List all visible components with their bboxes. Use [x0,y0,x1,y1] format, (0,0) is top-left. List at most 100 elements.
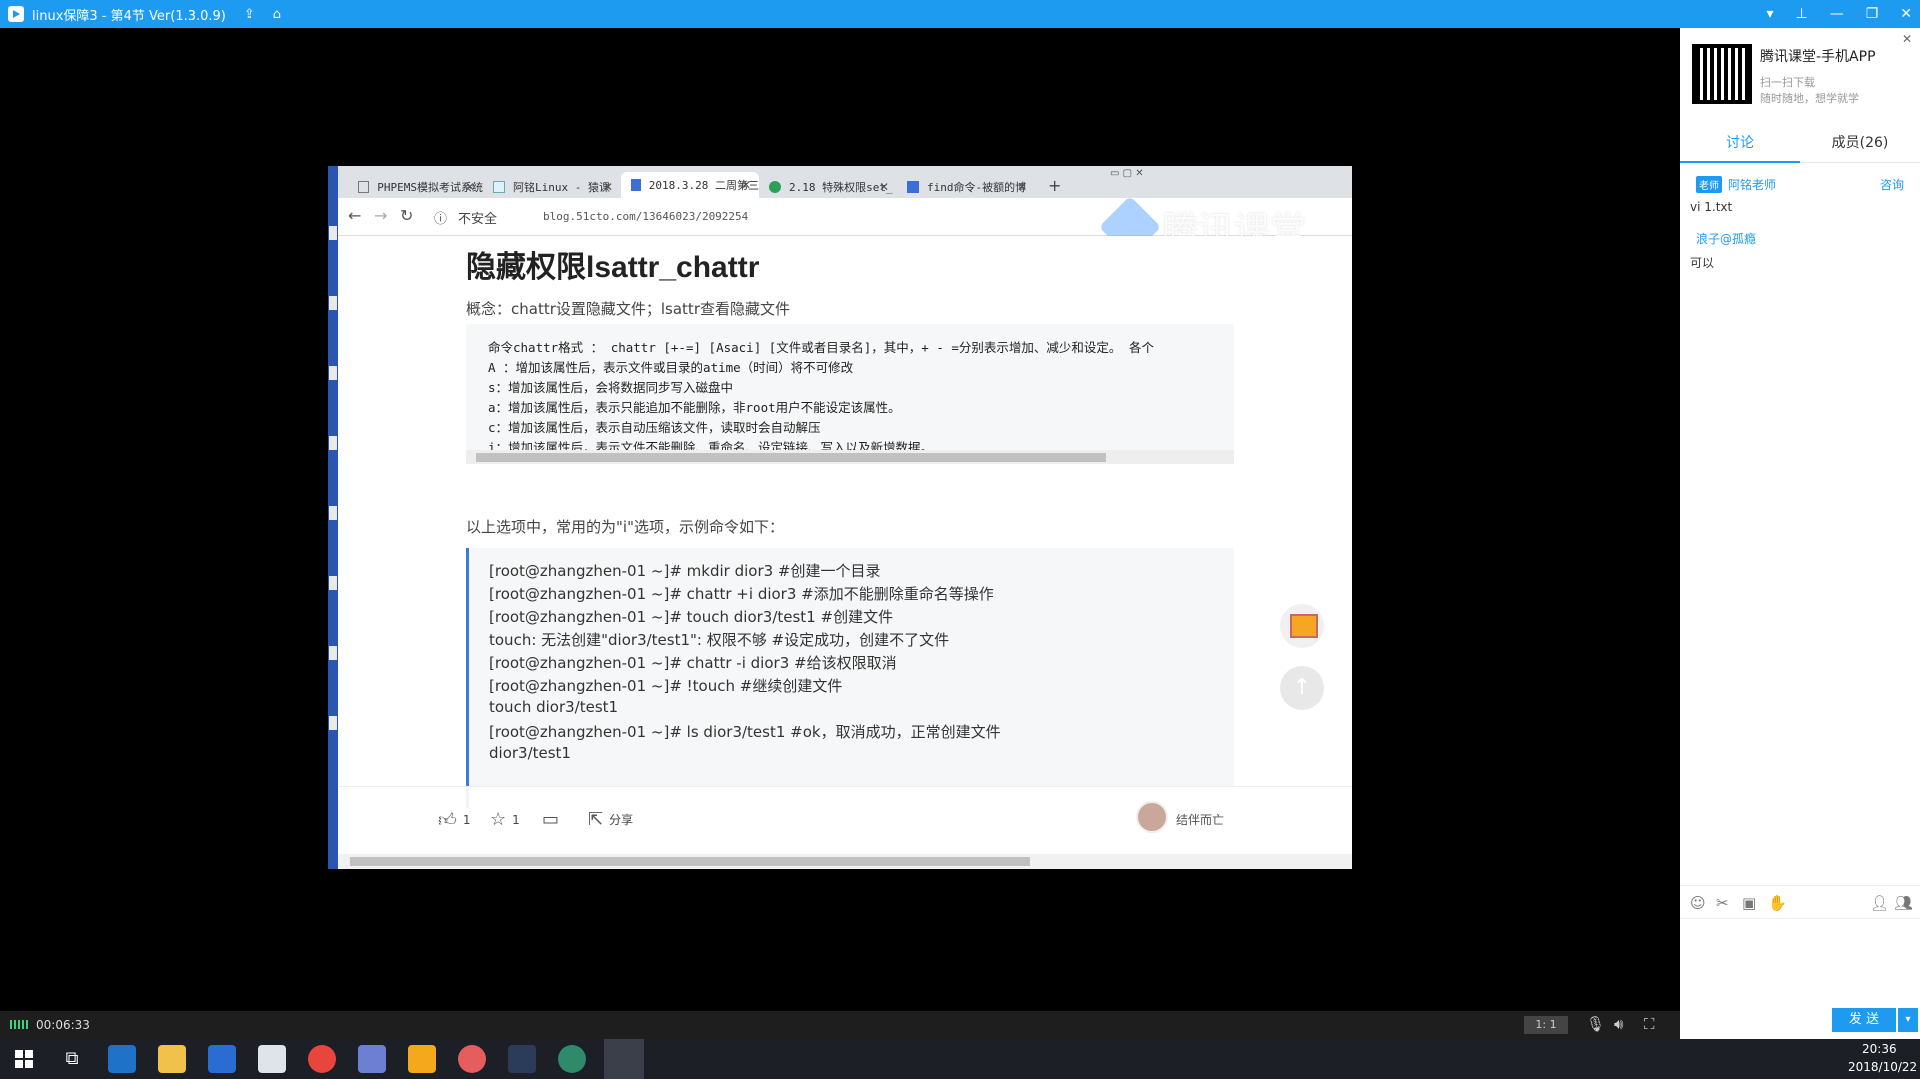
minimize-button[interactable]: — [1830,6,1844,22]
page-horizontal-scrollbar[interactable] [338,854,1352,869]
code-block: 命令chattr格式 ： chattr [+-=] [Asaci] [文件或者目… [466,324,1234,464]
file-explorer-icon[interactable] [158,1045,186,1073]
article-concept: 概念：chattr设置隐藏文件；lsattr查看隐藏文件 [466,300,790,318]
user-settings-icon[interactable]: 👥︎ [1894,894,1913,912]
example-line: [root@zhangzhen-01 ~]# mkdir dior3 #创建一个… [489,562,881,580]
back-to-top-button[interactable]: ↑ [1280,666,1324,710]
microphone-icon[interactable]: 🎙︎ [1586,1015,1605,1033]
site-icon [493,181,505,193]
app-icon[interactable] [358,1045,386,1073]
hand-icon[interactable]: ✋ [1768,894,1787,912]
image-icon[interactable]: ▣ [1742,894,1756,912]
gift-button[interactable] [1280,604,1324,648]
app-title: linux保障3 - 第4节 Ver(1.3.0.9) [32,8,226,24]
tab-close-icon[interactable]: ✕ [1017,180,1027,194]
tencent-classroom-taskbar-icon[interactable] [604,1039,644,1079]
store-icon[interactable] [208,1045,236,1073]
author-avatar[interactable] [1136,801,1168,833]
browser-tab[interactable]: PHPEMS模拟考试系统 ✕ [348,176,483,198]
browser-tab[interactable]: 2.18 特殊权限set_ ✕ [759,176,897,198]
like-button[interactable]: 👍︎ 1 [438,809,470,831]
windows-start-icon[interactable] [10,1045,38,1073]
info-icon[interactable]: ⓘ [434,208,447,227]
app-icon[interactable] [508,1045,536,1073]
home-icon[interactable]: ⌂ [273,7,281,22]
window-controls: ▾ ⊥ — ❐ ✕ [1766,0,1912,28]
tab-label: find命令-被额的博 [927,181,1027,194]
message-sender[interactable]: 浪子@孤瘾 [1696,230,1756,247]
comment-icon: ▭ [542,809,560,830]
share-button[interactable]: ⇱ 分享 [588,809,633,830]
app-icon[interactable] [458,1045,486,1073]
emoji-icon[interactable]: ☺ [1690,894,1706,912]
restore-button[interactable]: ❐ [1866,6,1879,22]
chat-toolbar: ☺ ✂ ▣ ✋ 👤︎ 👥︎ [1680,885,1920,919]
code-scrollbar[interactable] [466,450,1234,464]
edge-icon[interactable] [108,1045,136,1073]
clock-time: 20:36 [1862,1042,1897,1056]
comment-button[interactable]: ▭ [542,809,559,830]
example-line: [root@zhangzhen-01 ~]# chattr +i dior3 #… [489,585,994,603]
tab-members[interactable]: 成员(26) [1800,123,1920,163]
thumbs-up-icon: 👍︎ [438,810,457,831]
tab-close-icon[interactable]: ✕ [741,178,751,192]
new-tab-button[interactable]: + [1048,176,1061,195]
share-icon: ⇱ [588,809,604,830]
chrome-icon[interactable] [308,1045,336,1073]
share-icon[interactable]: ⇪ [244,7,255,22]
clock-date: 2018/10/22 [1848,1060,1918,1074]
send-button[interactable]: 发 送 [1832,1008,1896,1032]
forward-arrow-icon[interactable]: → [374,206,387,225]
volume-icon[interactable]: 🔊︎ [1614,1015,1623,1033]
desktop-edge [328,166,338,869]
user-icon[interactable]: 👤︎ [1870,894,1889,912]
tab-close-icon[interactable]: ✕ [879,180,889,194]
app-icon[interactable] [558,1045,586,1073]
consult-link[interactable]: 咨询 [1880,176,1904,193]
browser-tab-active[interactable]: 2018.3.28 二周第三 ✕ [621,172,759,198]
reload-icon[interactable]: ↻ [400,206,413,225]
qr-code [1692,44,1752,104]
article-note: 以上选项中，常用的为"i"选项，示例命令如下： [466,518,784,536]
fullscreen-icon[interactable]: ⛶ [1644,1015,1655,1033]
article-action-bar: 👍︎ 1 ☆ 1 ▭ ⇱ 分享 结伴而亡 [338,786,1352,850]
example-line: [root@zhangzhen-01 ~]# chattr -i dior3 #… [489,654,897,672]
example-block: [root@zhangzhen-01 ~]# mkdir dior3 #创建一个… [466,548,1234,808]
chat-input[interactable] [1680,919,1920,1003]
example-line: [root@zhangzhen-01 ~]# !touch #继续创建文件 [489,677,843,695]
browser-tab[interactable]: 阿铭Linux - 猿课 ✕ [483,176,621,198]
teacher-badge: 老师 [1696,176,1722,193]
author-name[interactable]: 结伴而亡 [1176,811,1224,828]
url-text[interactable]: blog.51cto.com/13646023/2092254 [543,210,748,223]
example-line: touch: 无法创建"dior3/test1": 权限不够 #设定成功，创建不… [489,631,950,649]
example-line: [root@zhangzhen-01 ~]# touch dior3/test1… [489,608,894,626]
scissors-icon[interactable]: ✂ [1716,894,1729,912]
pin-button[interactable]: ⊥ [1796,6,1808,22]
mail-icon[interactable] [258,1045,286,1073]
browser-tab[interactable]: find命令-被额的博 ✕ [897,176,1035,198]
blog-icon [907,181,919,193]
article-title: 隐藏权限lsattr_chattr [466,251,760,284]
tab-label: 阿铭Linux - 猿课 [513,181,610,194]
browser-window-controls[interactable]: ▭ ▢ ✕ [1110,168,1144,179]
close-icon[interactable]: ✕ [1902,32,1912,46]
app-icon[interactable] [408,1045,436,1073]
c-icon [769,181,781,193]
back-arrow-icon[interactable]: ← [348,206,361,225]
close-button[interactable]: ✕ [1900,6,1912,22]
send-options-dropdown[interactable]: ▾ [1898,1008,1918,1032]
app-promo-slogan: 随时随地，想学就学 [1760,92,1859,105]
tab-close-icon[interactable]: ✕ [465,180,475,194]
app-promo-subtitle: 扫一扫下载 [1760,76,1815,89]
page-icon [358,181,370,193]
task-view-icon[interactable]: ⧉ [58,1045,86,1073]
message-sender[interactable]: 阿铭老师 [1728,176,1776,193]
tencent-classroom-logo-icon [8,6,24,22]
example-line: dior3/test1 [489,744,571,762]
menu-dropdown-button[interactable]: ▾ [1766,6,1773,22]
tab-discuss[interactable]: 讨论 [1680,123,1800,163]
favorite-button[interactable]: ☆ 1 [490,809,520,830]
aspect-ratio-button[interactable]: 1: 1 [1524,1016,1568,1034]
tab-close-icon[interactable]: ✕ [603,180,613,194]
blog-icon [631,179,641,191]
